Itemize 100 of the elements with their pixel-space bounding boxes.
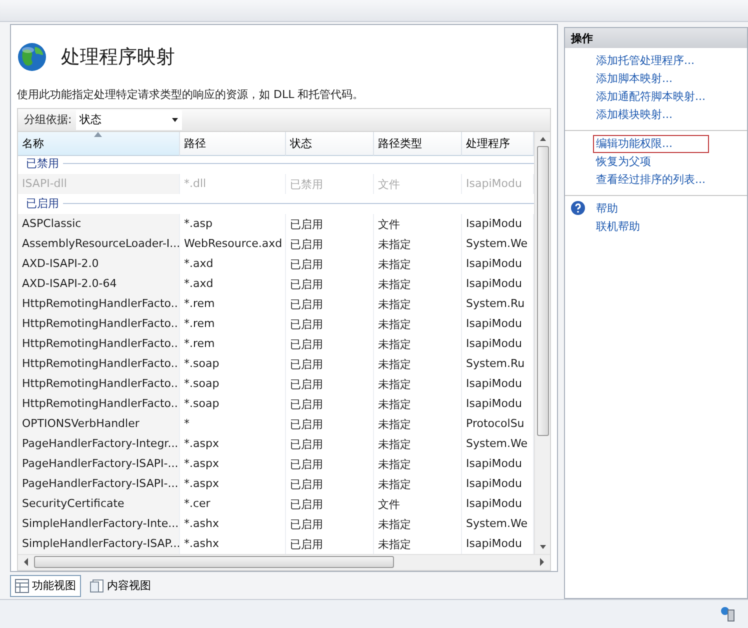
- group-heading: 已禁用: [26, 156, 59, 172]
- caret-icon: [172, 118, 178, 122]
- table-cell: *.rem: [180, 334, 286, 354]
- view-tab[interactable]: 内容视图: [85, 574, 156, 597]
- table-cell: *.asp: [180, 214, 286, 234]
- table-cell: 未指定: [374, 414, 462, 434]
- table-cell: *.axd: [180, 254, 286, 274]
- table-cell: *.dll: [180, 174, 286, 194]
- table-cell: 已启用: [286, 354, 374, 374]
- table-cell: 未指定: [374, 274, 462, 294]
- table-cell: *.rem: [180, 314, 286, 334]
- table-cell: WebResource.axd: [180, 234, 286, 254]
- table-cell: HttpRemotingHandlerFacto...: [18, 314, 180, 334]
- table-cell: 已启用: [286, 334, 374, 354]
- horizontal-scrollbar[interactable]: [18, 554, 550, 570]
- table-cell: PageHandlerFactory-ISAPI-...: [18, 454, 180, 474]
- table-cell: *.cer: [180, 494, 286, 514]
- grid-icon: [15, 578, 29, 593]
- table-cell: 已启用: [286, 394, 374, 414]
- action-link[interactable]: 恢复为父项: [593, 152, 708, 171]
- table-cell: SimpleHandlerFactory-ISAP...: [18, 534, 180, 554]
- table-cell: 未指定: [374, 474, 462, 494]
- table-cell: SimpleHandlerFactory-Inte...: [18, 514, 180, 534]
- table-cell: 文件: [374, 214, 462, 234]
- table-cell: *.soap: [180, 394, 286, 414]
- table-cell: PageHandlerFactory-Integr...: [18, 434, 180, 454]
- table-cell: 未指定: [374, 314, 462, 334]
- table-cell: 已启用: [286, 254, 374, 274]
- table-cell: 已启用: [286, 514, 374, 534]
- table-cell: 未指定: [374, 514, 462, 534]
- table-cell: HttpRemotingHandlerFacto...: [18, 394, 180, 414]
- table-cell: 已启用: [286, 314, 374, 334]
- view-tab[interactable]: 功能视图: [10, 574, 81, 597]
- page-description: 使用此功能指定处理特定请求类型的响应的资源，如 DLL 和托管代码。: [17, 86, 365, 102]
- table-cell: *.ashx: [180, 514, 286, 534]
- table-cell: OPTIONSVerbHandler: [18, 414, 180, 434]
- globe-icon: [17, 42, 47, 72]
- column-header[interactable]: 状态: [286, 132, 374, 156]
- table-cell: SecurityCertificate: [18, 494, 180, 514]
- table-cell: 已启用: [286, 374, 374, 394]
- table-cell: *.soap: [180, 354, 286, 374]
- table-cell: *.aspx: [180, 454, 286, 474]
- table-cell: HttpRemotingHandlerFacto...: [18, 294, 180, 314]
- table-cell: 已启用: [286, 474, 374, 494]
- table-cell: HttpRemotingHandlerFacto...: [18, 334, 180, 354]
- table-cell: 已禁用: [286, 174, 374, 194]
- table-cell: 文件: [374, 174, 462, 194]
- table-cell: PageHandlerFactory-ISAPI-...: [18, 474, 180, 494]
- table-cell: 已启用: [286, 214, 374, 234]
- table-cell: ASPClassic: [18, 214, 180, 234]
- action-link[interactable]: 添加托管处理程序...: [593, 52, 708, 70]
- table-cell: 已启用: [286, 494, 374, 514]
- table-cell: ISAPI-dll: [18, 174, 180, 194]
- table-cell: *: [180, 414, 286, 434]
- document-icon: [90, 578, 104, 593]
- table-cell: *.axd: [180, 274, 286, 294]
- table-cell: *.aspx: [180, 474, 286, 494]
- action-link[interactable]: 联机帮助: [593, 218, 707, 236]
- action-link[interactable]: 添加脚本映射...: [593, 70, 708, 88]
- table-cell: 已启用: [286, 454, 374, 474]
- table-cell: *.aspx: [180, 434, 286, 454]
- actions-heading: 操作: [565, 28, 747, 48]
- table-cell: AXD-ISAPI-2.0-64: [18, 274, 180, 294]
- column-header[interactable]: 路径类型: [374, 132, 462, 156]
- action-link[interactable]: 查看经过排序的列表...: [593, 170, 708, 189]
- table-cell: 未指定: [374, 354, 462, 374]
- table-cell: 未指定: [374, 374, 462, 394]
- table-cell: 未指定: [374, 254, 462, 274]
- network-icon: [720, 606, 736, 622]
- group-heading: 已启用: [26, 196, 59, 212]
- table-cell: HttpRemotingHandlerFacto...: [18, 374, 180, 394]
- table-cell: 未指定: [374, 334, 462, 354]
- action-link[interactable]: 编辑功能权限...: [593, 134, 708, 153]
- table-cell: *.rem: [180, 294, 286, 314]
- table-cell: AssemblyResourceLoader-I...: [18, 234, 180, 254]
- group-by-label: 分组依据:: [24, 112, 72, 128]
- action-link[interactable]: 帮助: [593, 200, 707, 218]
- page-title: 处理程序映射: [61, 44, 175, 70]
- column-header[interactable]: 名称: [18, 132, 180, 156]
- table-cell: 未指定: [374, 394, 462, 414]
- table-cell: *.soap: [180, 374, 286, 394]
- table-cell: AXD-ISAPI-2.0: [18, 254, 180, 274]
- action-link[interactable]: 添加通配符脚本映射...: [593, 88, 708, 106]
- vertical-scrollbar[interactable]: [534, 132, 550, 554]
- table-cell: 未指定: [374, 294, 462, 314]
- table-cell: 文件: [374, 494, 462, 514]
- table-cell: 已启用: [286, 274, 374, 294]
- column-header[interactable]: 路径: [180, 132, 286, 156]
- table-cell: 已启用: [286, 234, 374, 254]
- column-header[interactable]: 处理程序: [462, 132, 534, 156]
- group-by-dropdown[interactable]: 状态: [76, 110, 182, 130]
- table-cell: 未指定: [374, 434, 462, 454]
- table-cell: HttpRemotingHandlerFacto...: [18, 354, 180, 374]
- table-cell: 未指定: [374, 234, 462, 254]
- table-cell: 已启用: [286, 414, 374, 434]
- action-link[interactable]: 添加模块映射...: [593, 106, 708, 124]
- help-icon: [571, 200, 585, 215]
- table-cell: 未指定: [374, 454, 462, 474]
- table-cell: 已启用: [286, 434, 374, 454]
- table-cell: 已启用: [286, 294, 374, 314]
